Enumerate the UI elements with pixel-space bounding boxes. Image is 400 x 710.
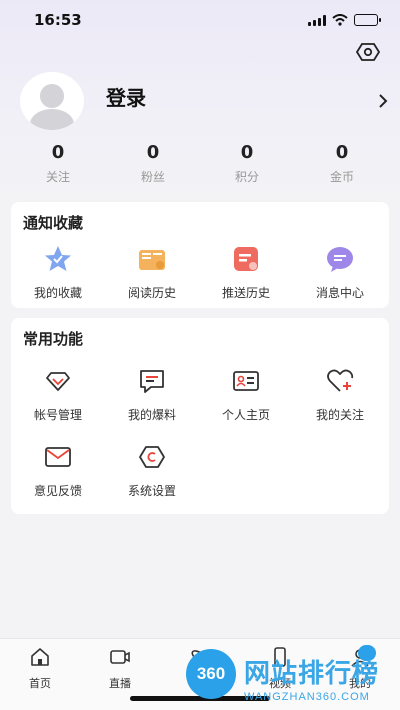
- id-card-icon: [233, 371, 259, 391]
- book-icon: [139, 250, 165, 270]
- stat-value: 0: [146, 142, 160, 163]
- stat-value: 0: [335, 142, 349, 163]
- grid-item-label: 个人主页: [221, 408, 270, 422]
- stat-label: 粉丝: [140, 170, 165, 184]
- stat-value: 0: [240, 142, 254, 163]
- grid-item-label: 推送历史: [221, 286, 270, 300]
- home-icon: [31, 648, 49, 666]
- notifications-favorites-card: 通知收藏 我的收藏 阅读历史 推送历史 消息中心: [11, 202, 389, 308]
- grid-item-my-follows[interactable]: 我的关注: [293, 366, 387, 423]
- stat-points[interactable]: 0 积分: [207, 142, 287, 185]
- star-icon: [45, 246, 71, 271]
- card-title: 通知收藏: [23, 214, 84, 232]
- heart-plus-icon: [327, 369, 354, 392]
- message-icon: [327, 247, 353, 272]
- grid-item-label: 帐号管理: [33, 408, 82, 422]
- grid-item-my-favorites[interactable]: 我的收藏: [11, 244, 105, 301]
- watermark-subtitle: WANGZHAN360.COM: [244, 691, 370, 703]
- stats-row: 0 关注 0 粉丝 0 积分 0 金币: [0, 142, 400, 188]
- status-time: 16:53: [34, 11, 82, 29]
- stat-follow[interactable]: 0 关注: [18, 142, 98, 185]
- grid-item-reading-history[interactable]: 阅读历史: [105, 244, 199, 301]
- status-icons: [308, 14, 381, 26]
- avatar[interactable]: [20, 72, 84, 130]
- chevron-right-icon[interactable]: [376, 92, 390, 110]
- grid-item-push-history[interactable]: 推送历史: [199, 244, 293, 301]
- login-label[interactable]: 登录: [106, 82, 146, 111]
- status-bar: 16:53: [0, 0, 400, 44]
- watermark-circle: 360: [186, 649, 236, 699]
- stat-label: 关注: [45, 170, 70, 184]
- watermark-title: 网站排行榜: [244, 659, 380, 689]
- watermark-logo: 360 网站排行榜 WANGZHAN360.COM: [186, 645, 400, 710]
- tab-label: 直播: [109, 677, 131, 690]
- stat-label: 积分: [234, 170, 259, 184]
- grid-item-account-management[interactable]: 帐号管理: [11, 366, 105, 423]
- profile-login-row[interactable]: 登录: [20, 72, 390, 132]
- push-history-icon: [234, 247, 258, 271]
- account-icon: [46, 372, 70, 391]
- grid-item-label: 系统设置: [127, 484, 176, 498]
- tab-home[interactable]: 首页: [0, 647, 80, 691]
- mail-icon: [45, 447, 71, 467]
- grid-item-label: 我的关注: [315, 408, 364, 422]
- grid-item-label: 意见反馈: [33, 484, 82, 498]
- stat-coins[interactable]: 0 金币: [302, 142, 382, 185]
- grid-item-my-reports[interactable]: 我的爆料: [105, 366, 199, 423]
- hexagon-settings-icon: [355, 43, 381, 61]
- stat-label: 金币: [329, 170, 354, 184]
- report-icon: [140, 370, 164, 393]
- grid-item-system-settings[interactable]: 系统设置: [105, 442, 199, 499]
- cellular-signal-icon: [308, 14, 326, 26]
- card-title: 常用功能: [23, 330, 84, 348]
- grid-item-personal-homepage[interactable]: 个人主页: [199, 366, 293, 423]
- stat-value: 0: [51, 142, 65, 163]
- grid-item-label: 消息中心: [315, 286, 364, 300]
- battery-icon: [354, 14, 381, 26]
- video-icon: [110, 650, 130, 664]
- wifi-icon: [332, 14, 348, 26]
- grid-item-label: 我的爆料: [127, 408, 176, 422]
- grid-item-feedback[interactable]: 意见反馈: [11, 442, 105, 499]
- grid-item-label: 我的收藏: [33, 286, 82, 300]
- settings-icon: [139, 446, 165, 468]
- grid-item-label: 阅读历史: [127, 286, 176, 300]
- grid-item-message-center[interactable]: 消息中心: [293, 244, 387, 301]
- tab-label: 首页: [29, 677, 51, 690]
- common-functions-card: 常用功能 帐号管理 我的爆料 个人主页 我的关注 意见反馈 系统设置: [11, 318, 389, 514]
- tab-live[interactable]: 直播: [80, 647, 160, 691]
- stat-fans[interactable]: 0 粉丝: [113, 142, 193, 185]
- settings-button[interactable]: [355, 40, 381, 64]
